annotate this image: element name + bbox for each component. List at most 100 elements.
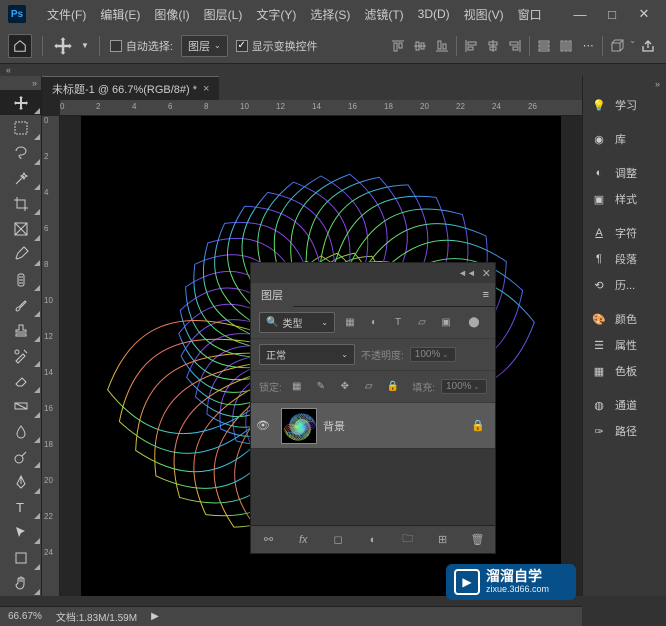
tab-close-icon[interactable]: × [203,83,209,95]
lock-icon[interactable]: 🔒 [471,419,485,432]
show-transform-checkbox[interactable]: 显示变换控件 [236,38,318,54]
filter-shape-icon[interactable]: ▱ [413,314,431,332]
close-button[interactable]: ✕ [630,5,658,23]
add-adjustment-icon[interactable]: ◐ [363,530,383,550]
lock-brush-icon[interactable]: ✎ [312,378,330,396]
layer-fx-icon[interactable]: fx [293,530,313,550]
brush-tool[interactable] [0,292,42,317]
opacity-input[interactable]: 100% ⌄ [410,347,456,362]
tools-collapse-icon[interactable]: » [28,76,41,90]
menu-view[interactable]: 视图(V) [457,4,511,25]
chevron-right-icon[interactable]: ▶ [151,611,159,622]
distribute-h-icon[interactable] [556,36,576,56]
chevron-down-icon[interactable]: ▼ [81,41,89,50]
frame-tool[interactable] [0,216,42,241]
align-left-icon[interactable] [461,36,481,56]
visibility-icon[interactable]: 👁 [251,419,275,432]
maximize-button[interactable]: □ [598,5,626,23]
eraser-tool[interactable] [0,368,42,393]
home-button[interactable] [8,34,32,58]
panel-color[interactable]: 🎨颜色 [583,306,666,332]
align-bottom-icon[interactable] [432,36,452,56]
panel-swatches[interactable]: ▦色板 [583,358,666,384]
3d-mode-icon[interactable] [607,36,627,56]
new-layer-icon[interactable]: ⊞ [433,530,453,550]
collapse-icon[interactable]: ◄◄ [458,268,476,278]
layer-thumbnail[interactable] [281,408,317,444]
eyedropper-tool[interactable] [0,242,42,267]
doc-size[interactable]: 文档:1.83M/1.59M [56,609,137,624]
ruler-horizontal[interactable]: 02468101214161820222426 [60,100,582,116]
panel-properties[interactable]: ☰属性 [583,332,666,358]
menu-filter[interactable]: 滤镜(T) [357,4,410,25]
distribute-v-icon[interactable] [534,36,554,56]
ruler-vertical[interactable]: 024681012141618202224 [42,116,60,596]
collapse-chevron-icon[interactable]: « [6,65,11,75]
gradient-tool[interactable] [0,394,42,419]
blend-mode-select[interactable]: 正常 ⌄ [259,344,355,365]
menu-select[interactable]: 选择(S) [303,4,357,25]
align-top-icon[interactable] [388,36,408,56]
stamp-tool[interactable] [0,318,42,343]
layers-tab[interactable]: 图层 [251,283,293,307]
share-icon[interactable] [638,36,658,56]
align-hcenter-icon[interactable] [483,36,503,56]
pen-tool[interactable] [0,469,42,494]
auto-select-target[interactable]: 图层 ⌄ [181,35,228,57]
lock-artboard-icon[interactable]: ▱ [360,378,378,396]
menu-3d[interactable]: 3D(D) [411,5,457,23]
chevron-down-icon[interactable]: ⌄ [629,36,636,56]
layers-panel-titlebar[interactable]: ◄◄ ✕ [251,263,495,283]
menu-image[interactable]: 图像(I) [147,4,196,25]
panel-character[interactable]: A字符 [583,220,666,246]
lock-position-icon[interactable]: ✥ [336,378,354,396]
delete-layer-icon[interactable]: 🗑 [467,530,487,550]
menu-edit[interactable]: 编辑(E) [93,4,147,25]
panel-menu-icon[interactable]: ≡ [477,289,495,301]
move-tool[interactable] [0,90,42,115]
panel-channels[interactable]: ◍通道 [583,392,666,418]
layer-row[interactable]: 👁 背景 🔒 [251,403,495,449]
blur-tool[interactable] [0,419,42,444]
panel-paragraph[interactable]: ¶段落 [583,246,666,272]
crop-tool[interactable] [0,191,42,216]
panels-collapse-icon[interactable]: » [655,79,660,89]
align-vcenter-icon[interactable] [410,36,430,56]
document-tab[interactable]: 未标题-1 @ 66.7%(RGB/8#) * × [42,76,219,101]
auto-select-checkbox[interactable]: 自动选择: [110,38,173,54]
link-layers-icon[interactable]: ⚯ [258,530,278,550]
panel-learn[interactable]: 💡学习 [583,92,666,118]
filter-kind-select[interactable]: 🔍 类型 ⌄ [259,312,335,333]
filter-smart-icon[interactable]: ▣ [437,314,455,332]
layers-panel[interactable]: ◄◄ ✕ 图层 ≡ 🔍 类型 ⌄ ▦ ◐ T ▱ ▣ ⬤ 正常 ⌄ 不透明度: … [250,262,496,554]
filter-type-icon[interactable]: T [389,314,407,332]
move-tool-icon[interactable] [53,36,73,56]
minimize-button[interactable]: ― [566,5,594,23]
add-mask-icon[interactable]: ◻ [328,530,348,550]
lock-pixels-icon[interactable]: ▦ [288,378,306,396]
align-right-icon[interactable] [505,36,525,56]
lock-all-icon[interactable]: 🔒 [384,378,402,396]
panel-adjustments[interactable]: ◐调整 [583,160,666,186]
menu-window[interactable]: 窗口 [511,4,549,25]
healing-tool[interactable] [0,267,42,292]
shape-tool[interactable] [0,545,42,570]
marquee-tool[interactable] [0,115,42,140]
menu-file[interactable]: 文件(F) [40,4,93,25]
menu-type[interactable]: 文字(Y) [249,4,303,25]
dodge-tool[interactable] [0,444,42,469]
filter-pixel-icon[interactable]: ▦ [341,314,359,332]
hand-tool[interactable] [0,571,42,596]
fill-input[interactable]: 100% ⌄ [441,379,487,394]
magic-wand-tool[interactable] [0,166,42,191]
lasso-tool[interactable] [0,141,42,166]
panel-paths[interactable]: ✑路径 [583,418,666,444]
filter-adjust-icon[interactable]: ◐ [365,314,383,332]
menu-layer[interactable]: 图层(L) [197,4,250,25]
history-brush-tool[interactable] [0,343,42,368]
panel-styles[interactable]: ▣样式 [583,186,666,212]
panel-libraries[interactable]: ◉库 [583,126,666,152]
filter-toggle-icon[interactable]: ⬤ [465,314,483,332]
layers-list[interactable]: 👁 背景 🔒 [251,403,495,525]
panel-close-icon[interactable]: ✕ [482,267,491,280]
